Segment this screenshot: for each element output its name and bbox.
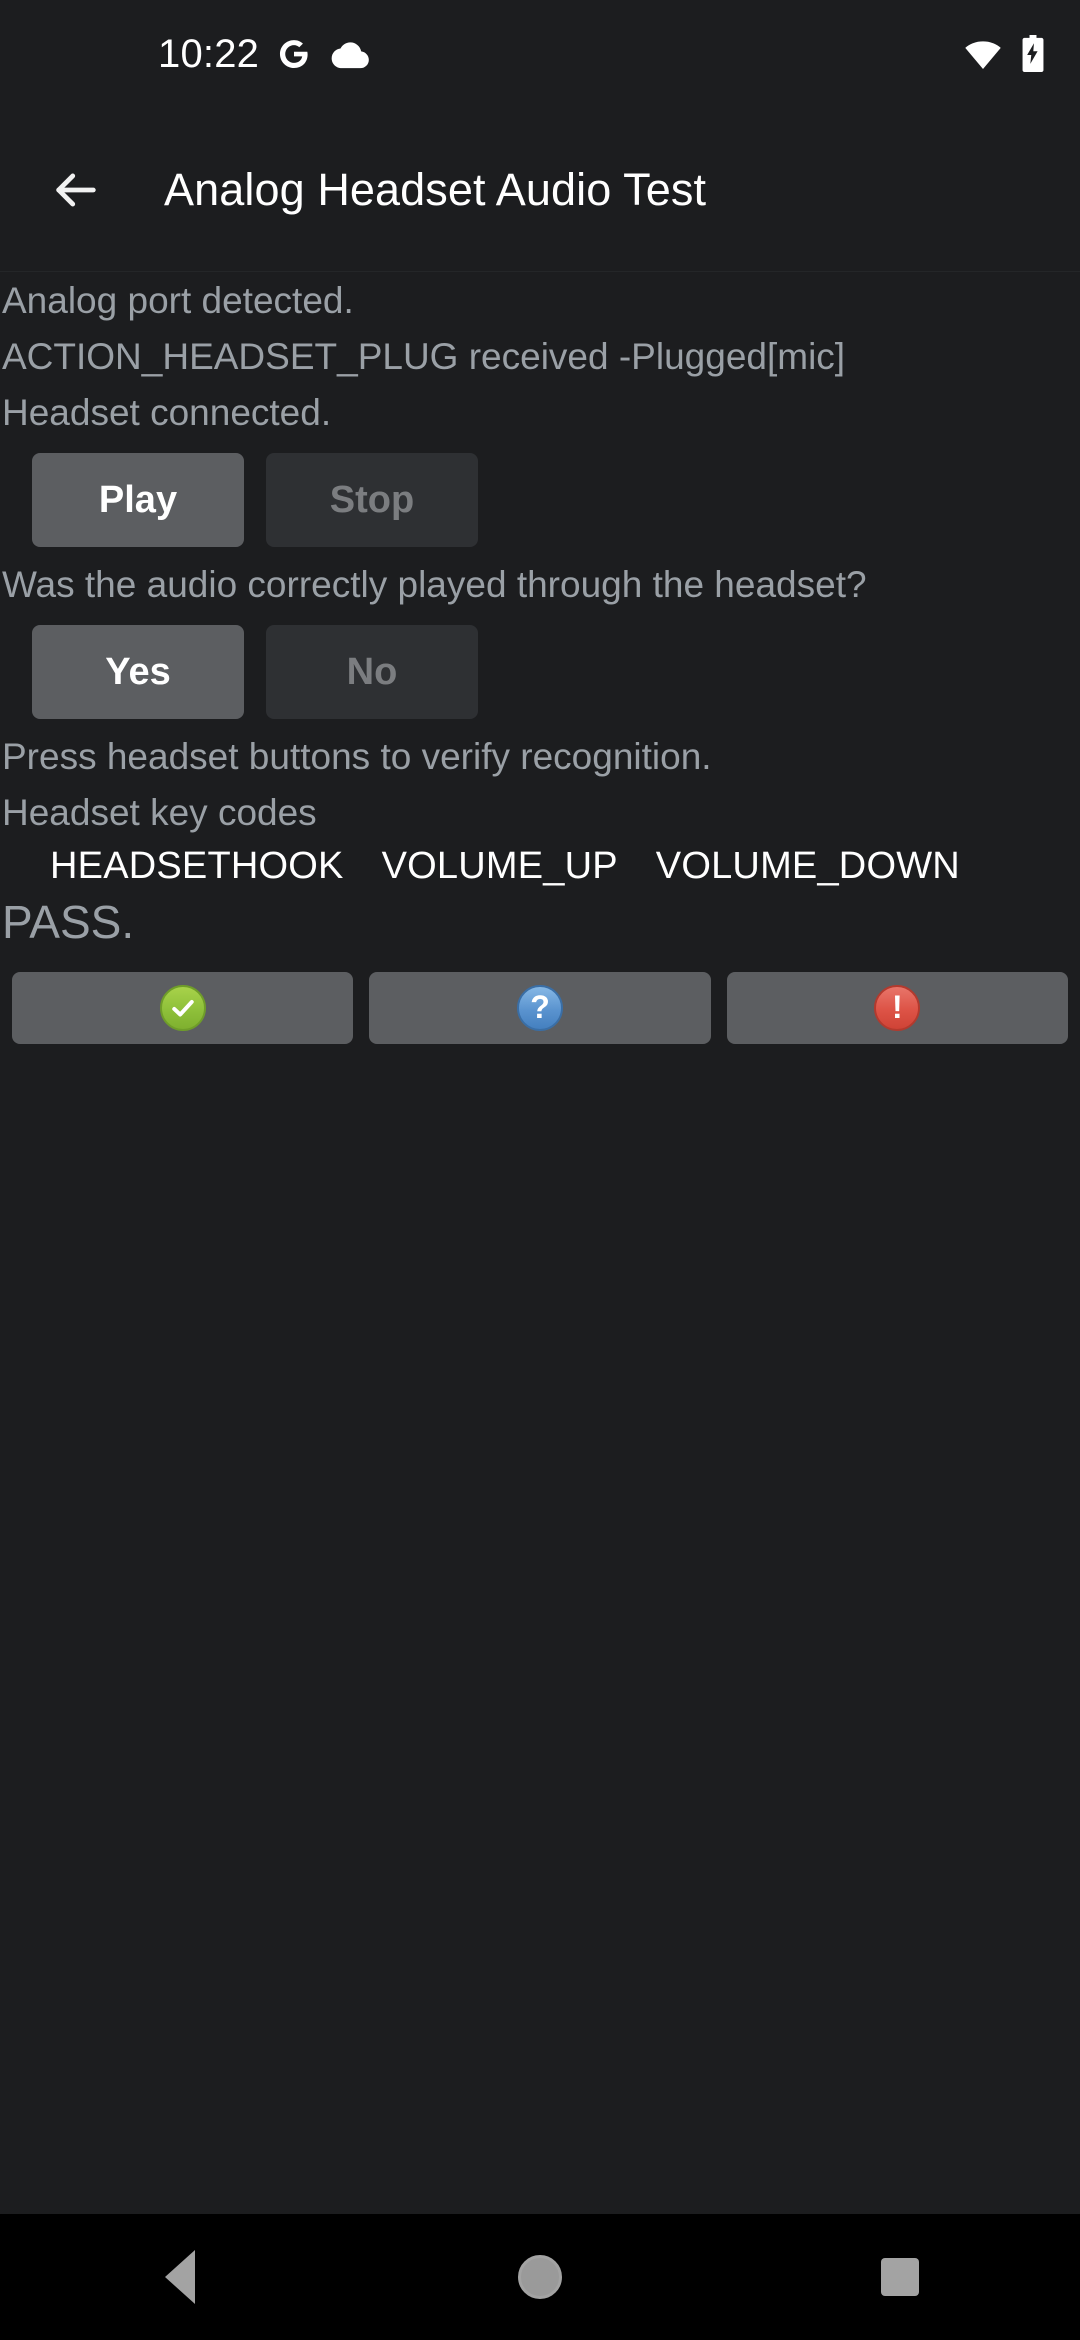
google-g-icon xyxy=(277,37,311,71)
stop-button: Stop xyxy=(266,453,478,547)
play-button[interactable]: Play xyxy=(32,453,244,547)
home-nav-icon xyxy=(518,2255,562,2299)
phone-screen: 10:22 Analog Headset Audio Test Analog p… xyxy=(0,0,1080,2340)
keys-prompt-text: Press headset buttons to verify recognit… xyxy=(2,736,712,777)
battery-charging-icon xyxy=(1020,35,1046,73)
verdict-text: PASS. xyxy=(2,896,135,948)
back-arrow-icon xyxy=(50,164,102,216)
nav-recents-button[interactable] xyxy=(810,2214,990,2340)
answer-button-row: Yes No xyxy=(0,613,1080,729)
nav-home-button[interactable] xyxy=(450,2214,630,2340)
log-line-analog-port: Analog port detected. xyxy=(2,280,354,321)
playback-button-row: Play Stop xyxy=(0,441,1080,557)
key-code-volume-up: VOLUME_UP xyxy=(381,845,618,887)
nav-back-button[interactable] xyxy=(90,2214,270,2340)
cloud-icon xyxy=(329,39,369,69)
status-bar-right xyxy=(964,35,1046,73)
keys-heading-text: Headset key codes xyxy=(2,792,317,833)
back-nav-icon xyxy=(165,2250,195,2304)
fail-button[interactable]: ! xyxy=(726,972,1068,1044)
audio-question-text: Was the audio correctly played through t… xyxy=(2,564,867,605)
system-navigation-bar xyxy=(0,2214,1080,2340)
exclamation-circle-icon: ! xyxy=(874,985,921,1031)
page-title: Analog Headset Audio Test xyxy=(164,163,707,215)
app-bar: Analog Headset Audio Test xyxy=(0,108,1080,272)
yes-button[interactable]: Yes xyxy=(32,625,244,719)
question-circle-icon: ? xyxy=(516,985,563,1031)
check-circle-icon xyxy=(159,985,206,1031)
status-bar-clock: 10:22 xyxy=(158,32,260,76)
recents-nav-icon xyxy=(881,2258,919,2296)
test-content: Analog port detected. ACTION_HEADSET_PLU… xyxy=(0,273,1080,1044)
info-button[interactable]: ? xyxy=(369,972,711,1044)
back-button[interactable] xyxy=(22,136,130,244)
log-line-headset-connected: Headset connected. xyxy=(2,392,332,433)
status-bar-left: 10:22 xyxy=(0,34,369,74)
exclamation-glyph: ! xyxy=(891,989,903,1025)
log-line-headset-plug: ACTION_HEADSET_PLUG received -Plugged[mi… xyxy=(2,336,846,377)
status-bar: 10:22 xyxy=(0,0,1080,108)
action-bar: ? ! xyxy=(0,954,1080,1044)
key-code-headsethook: HEADSETHOOK xyxy=(50,845,344,887)
pass-button[interactable] xyxy=(12,972,354,1044)
wifi-icon xyxy=(964,37,1002,71)
no-button: No xyxy=(266,625,478,719)
key-codes-row: HEADSETHOOK VOLUME_UP VOLUME_DOWN xyxy=(0,841,1080,890)
key-code-volume-down: VOLUME_DOWN xyxy=(655,845,960,887)
question-glyph: ? xyxy=(530,989,550,1025)
